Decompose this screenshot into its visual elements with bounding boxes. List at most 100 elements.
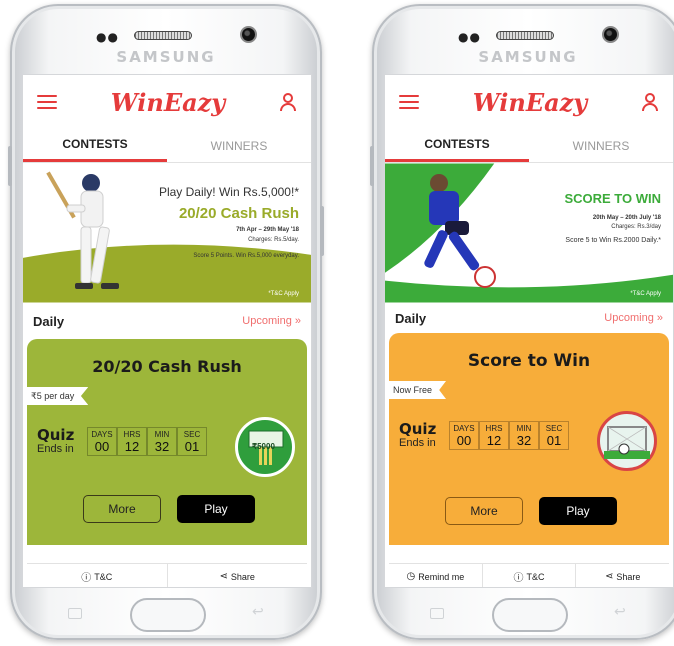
banner-charges: Charges: Rs.3/day (611, 224, 661, 230)
app-logo: WinEazy (110, 87, 226, 117)
app-header: WinEazy (23, 75, 311, 129)
sensor-dots: ●● (96, 30, 119, 44)
banner-dates: 20th May – 20th July '18 (592, 215, 661, 221)
prize-amount: ₹5000 (252, 442, 275, 451)
power-button (320, 206, 324, 256)
remind-me-button[interactable]: ◷ Remind me (389, 564, 483, 587)
timer-days: DAYS 00 (87, 427, 117, 456)
speaker-grille (496, 31, 554, 40)
section-label: Daily (395, 310, 427, 326)
timer-seconds: SEC 01 (177, 427, 207, 456)
quiz-label: Quiz Ends in (37, 427, 74, 455)
tnc-button[interactable]: ⓘ T&C (483, 564, 577, 587)
top-bezel: ●● SAMSUNG (12, 6, 320, 74)
promo-banner[interactable]: SCORE TO WIN 20th May – 20th July '18 Ch… (385, 163, 673, 303)
top-bezel: ●● SAMSUNG (374, 6, 674, 74)
share-button[interactable]: ⋖ Share (168, 564, 308, 587)
price-tag: Now Free (389, 381, 447, 399)
quiz-label: Quiz Ends in (399, 421, 436, 449)
contest-card[interactable]: 20/20 Cash Rush ₹5 per day Quiz Ends in … (27, 339, 307, 545)
quiz-title: Quiz (37, 426, 75, 444)
section-label: Daily (33, 313, 65, 329)
recent-apps-icon[interactable] (430, 608, 444, 619)
phone-frame-right: ●● SAMSUNG WinEazy CONTESTS WINNERS SCOR… (370, 4, 674, 640)
home-button[interactable] (130, 598, 206, 632)
timer-days: DAYS 00 (449, 421, 479, 450)
contest-card[interactable]: Score to Win Now Free Quiz Ends in DAYS 0… (389, 333, 669, 545)
hamburger-menu-icon[interactable] (37, 95, 57, 109)
banner-title: SCORE TO WIN (564, 191, 661, 206)
more-button[interactable]: More (445, 497, 523, 525)
upcoming-link[interactable]: Upcoming » (604, 312, 663, 324)
price-tag: ₹5 per day (27, 387, 89, 405)
app-header: WinEazy (385, 75, 673, 129)
card-footer: ◷ Remind me ⓘ T&C ⋖ Share (389, 563, 669, 587)
hamburger-menu-icon[interactable] (399, 95, 419, 109)
goal-post-icon (604, 426, 650, 459)
banner-charges: Charges: Rs.5/day. (248, 237, 299, 243)
card-title: 20/20 Cash Rush (92, 357, 242, 376)
info-icon: ⓘ (513, 573, 524, 584)
front-camera (602, 26, 619, 43)
banner-tagline: Play Daily! Win Rs.5,000!* (158, 185, 299, 199)
banner-detail: Score 5 Points. Win Rs.5,000 everyday. (193, 253, 299, 259)
banner-detail: Score 5 to Win Rs.2000 Daily.* (565, 237, 661, 244)
share-icon: ⋖ (604, 571, 614, 582)
phone-frame-left: ●● SAMSUNG WinEazy CONTESTS WINNERS Play… (8, 4, 324, 640)
banner-title: 20/20 Cash Rush (178, 205, 299, 222)
ends-in-label: Ends in (37, 443, 74, 455)
volume-button (370, 146, 374, 186)
bottom-bezel: ↩ (374, 590, 674, 640)
brand-logo: SAMSUNG (116, 48, 216, 66)
section-header: Daily Upcoming » (385, 303, 673, 333)
user-profile-icon[interactable] (279, 93, 297, 111)
banner-tnc: *T&C Apply (630, 291, 661, 297)
timer-minutes: MIN 32 (147, 427, 177, 456)
tab-bar: CONTESTS WINNERS (23, 129, 311, 163)
countdown-timer: DAYS 00 HRS 12 MIN 32 SEC 01 (87, 427, 207, 456)
back-icon[interactable]: ↩ (614, 604, 626, 620)
speaker-grille (134, 31, 192, 40)
tab-winners[interactable]: WINNERS (529, 129, 673, 162)
football-goal-badge (597, 411, 657, 471)
bottom-bezel: ↩ (12, 590, 320, 640)
card-title: Score to Win (467, 351, 591, 371)
cricket-player-illustration (46, 171, 119, 289)
footballer-illustration (424, 174, 496, 288)
play-button[interactable]: Play (177, 495, 255, 523)
timer-seconds: SEC 01 (539, 421, 569, 450)
play-button[interactable]: Play (539, 497, 617, 525)
clock-icon: ◷ (406, 571, 416, 582)
ends-in-label: Ends in (399, 437, 436, 449)
tab-winners[interactable]: WINNERS (167, 129, 311, 162)
volume-button (8, 146, 12, 186)
promo-banner[interactable]: Play Daily! Win Rs.5,000!* 20/20 Cash Ru… (23, 163, 311, 303)
section-header: Daily Upcoming » (23, 303, 311, 339)
banner-tnc: *T&C Apply (268, 291, 299, 297)
tab-contests[interactable]: CONTESTS (23, 129, 167, 162)
app-screen: WinEazy CONTESTS WINNERS Play Daily! Win… (22, 74, 312, 588)
recent-apps-icon[interactable] (68, 608, 82, 619)
upcoming-link[interactable]: Upcoming » (242, 315, 301, 327)
banner-dates: 7th Apr – 29th May '18 (236, 227, 299, 233)
tab-contests[interactable]: CONTESTS (385, 129, 529, 162)
home-button[interactable] (492, 598, 568, 632)
timer-hours: HRS 12 (117, 427, 147, 456)
app-screen: WinEazy CONTESTS WINNERS SCORE TO WIN 20… (384, 74, 674, 588)
tnc-button[interactable]: ⓘ T&C (27, 564, 168, 587)
sensor-dots: ●● (458, 30, 481, 44)
user-profile-icon[interactable] (641, 93, 659, 111)
front-camera (240, 26, 257, 43)
app-logo: WinEazy (472, 87, 588, 117)
back-icon[interactable]: ↩ (252, 604, 264, 620)
info-icon: ⓘ (81, 573, 92, 584)
card-footer: ⓘ T&C ⋖ Share (27, 563, 308, 587)
brand-logo: SAMSUNG (478, 48, 578, 66)
cash-prize-badge: ₹5000 (235, 417, 295, 477)
quiz-title: Quiz (399, 420, 437, 438)
share-icon: ⋖ (219, 571, 228, 582)
tab-bar: CONTESTS WINNERS (385, 129, 673, 163)
more-button[interactable]: More (83, 495, 161, 523)
timer-hours: HRS 12 (479, 421, 509, 450)
share-button[interactable]: ⋖ Share (576, 564, 669, 587)
